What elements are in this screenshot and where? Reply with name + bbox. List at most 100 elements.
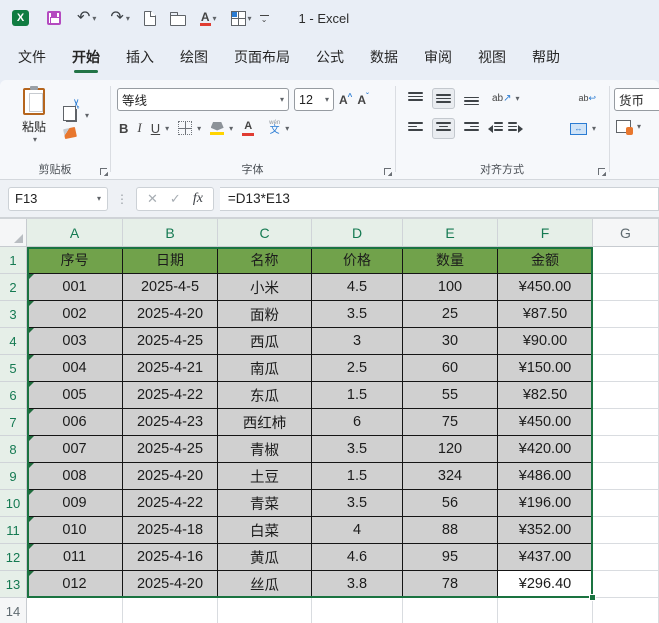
cell-F1[interactable]: 金额 xyxy=(498,247,593,274)
open-file-button[interactable] xyxy=(166,5,190,31)
paste-button[interactable]: 粘贴 ▾ xyxy=(10,86,58,144)
cell-C1[interactable]: 名称 xyxy=(218,247,312,274)
cell-A12[interactable]: 011 xyxy=(27,544,123,571)
cell-F2[interactable]: ¥450.00 xyxy=(498,274,593,301)
chevron-down-icon[interactable]: ▾ xyxy=(516,94,520,103)
cell-D9[interactable]: 1.5 xyxy=(312,463,403,490)
cell-D14[interactable] xyxy=(312,598,403,623)
cell-A1[interactable]: 序号 xyxy=(27,247,123,274)
row-header-5[interactable]: 5 xyxy=(0,355,27,382)
cell-C2[interactable]: 小米 xyxy=(218,274,312,301)
align-middle-button[interactable] xyxy=(432,88,455,109)
cell-D6[interactable]: 1.5 xyxy=(312,382,403,409)
cell-C3[interactable]: 面粉 xyxy=(218,301,312,328)
align-bottom-button[interactable] xyxy=(460,88,483,109)
cell-E1[interactable]: 数量 xyxy=(403,247,498,274)
font-color-ribbon-icon[interactable]: A xyxy=(242,120,255,136)
increase-indent-icon[interactable] xyxy=(508,122,523,135)
cell-G10[interactable] xyxy=(593,490,659,517)
row-header-9[interactable]: 9 xyxy=(0,463,27,490)
chevron-down-icon[interactable]: ▾ xyxy=(229,124,233,133)
col-header-B[interactable]: B xyxy=(123,219,218,247)
cell-G3[interactable] xyxy=(593,301,659,328)
chevron-down-icon[interactable]: ▾ xyxy=(85,111,89,120)
name-box[interactable]: F13 ▾ xyxy=(8,186,108,211)
cell-G9[interactable] xyxy=(593,463,659,490)
cell-C5[interactable]: 南瓜 xyxy=(218,355,312,382)
cell-G14[interactable] xyxy=(593,598,659,623)
qat-overflow-button[interactable]: ⌄ xyxy=(259,14,269,23)
bold-button[interactable]: B xyxy=(119,121,128,136)
cell-B11[interactable]: 2025-4-18 xyxy=(123,517,218,544)
tab-审阅[interactable]: 审阅 xyxy=(424,41,452,75)
row-header-11[interactable]: 11 xyxy=(0,517,27,544)
number-format-select[interactable]: 货币 xyxy=(614,88,659,111)
cell-B5[interactable]: 2025-4-21 xyxy=(123,355,218,382)
cell-B7[interactable]: 2025-4-23 xyxy=(123,409,218,436)
cell-F5[interactable]: ¥150.00 xyxy=(498,355,593,382)
cell-D13[interactable]: 3.8 xyxy=(312,571,403,598)
cell-A6[interactable]: 005 xyxy=(27,382,123,409)
cell-C9[interactable]: 土豆 xyxy=(218,463,312,490)
cell-G11[interactable] xyxy=(593,517,659,544)
cell-C10[interactable]: 青菜 xyxy=(218,490,312,517)
cell-D3[interactable]: 3.5 xyxy=(312,301,403,328)
cell-D5[interactable]: 2.5 xyxy=(312,355,403,382)
row-header-2[interactable]: 2 xyxy=(0,274,27,301)
orientation-icon[interactable]: ab↗ xyxy=(492,93,512,104)
cell-D8[interactable]: 3.5 xyxy=(312,436,403,463)
row-header-6[interactable]: 6 xyxy=(0,382,27,409)
row-header-13[interactable]: 13 xyxy=(0,571,27,598)
align-right-button[interactable] xyxy=(460,118,483,139)
format-painter-icon[interactable] xyxy=(63,126,77,140)
cell-F9[interactable]: ¥486.00 xyxy=(498,463,593,490)
tab-数据[interactable]: 数据 xyxy=(370,41,398,75)
fill-handle[interactable] xyxy=(589,594,596,601)
cell-D1[interactable]: 价格 xyxy=(312,247,403,274)
cell-C14[interactable] xyxy=(218,598,312,623)
cell-F11[interactable]: ¥352.00 xyxy=(498,517,593,544)
row-header-7[interactable]: 7 xyxy=(0,409,27,436)
cell-C12[interactable]: 黄瓜 xyxy=(218,544,312,571)
new-file-button[interactable] xyxy=(140,5,160,31)
chevron-down-icon[interactable]: ▾ xyxy=(637,122,641,131)
cell-borders-icon[interactable] xyxy=(178,121,193,135)
cell-C8[interactable]: 青椒 xyxy=(218,436,312,463)
insert-function-icon[interactable]: fx xyxy=(193,191,203,207)
row-header-4[interactable]: 4 xyxy=(0,328,27,355)
cell-E9[interactable]: 324 xyxy=(403,463,498,490)
tab-公式[interactable]: 公式 xyxy=(316,41,344,75)
cell-D4[interactable]: 3 xyxy=(312,328,403,355)
tab-页面布局[interactable]: 页面布局 xyxy=(234,41,290,75)
currency-format-icon[interactable] xyxy=(616,120,633,135)
chevron-down-icon[interactable]: ▾ xyxy=(197,124,201,133)
borders-button[interactable]: ▾ xyxy=(227,5,256,31)
font-name-select[interactable]: 等线 ▾ xyxy=(117,88,289,111)
cell-G5[interactable] xyxy=(593,355,659,382)
chevron-down-icon[interactable]: ▾ xyxy=(165,124,169,133)
cell-A7[interactable]: 006 xyxy=(27,409,123,436)
clipboard-dialog-launcher-icon[interactable] xyxy=(100,168,108,176)
select-all-corner[interactable] xyxy=(0,219,27,247)
cell-F3[interactable]: ¥87.50 xyxy=(498,301,593,328)
cell-B8[interactable]: 2025-4-25 xyxy=(123,436,218,463)
cell-A10[interactable]: 009 xyxy=(27,490,123,517)
cell-D11[interactable]: 4 xyxy=(312,517,403,544)
cell-B6[interactable]: 2025-4-22 xyxy=(123,382,218,409)
align-left-button[interactable] xyxy=(404,118,427,139)
cell-E3[interactable]: 25 xyxy=(403,301,498,328)
increase-font-size-button[interactable]: A^ xyxy=(339,92,352,107)
font-size-select[interactable]: 12 ▾ xyxy=(294,88,334,111)
cell-A11[interactable]: 010 xyxy=(27,517,123,544)
redo-button[interactable]: ↷ ▾ xyxy=(106,5,133,31)
cell-A5[interactable]: 004 xyxy=(27,355,123,382)
col-header-D[interactable]: D xyxy=(312,219,403,247)
cell-B13[interactable]: 2025-4-20 xyxy=(123,571,218,598)
cell-B3[interactable]: 2025-4-20 xyxy=(123,301,218,328)
cell-A3[interactable]: 002 xyxy=(27,301,123,328)
col-header-C[interactable]: C xyxy=(218,219,312,247)
merge-center-icon[interactable]: ↔ xyxy=(569,122,587,135)
cell-E6[interactable]: 55 xyxy=(403,382,498,409)
alignment-dialog-launcher-icon[interactable] xyxy=(598,168,606,176)
col-header-E[interactable]: E xyxy=(403,219,498,247)
